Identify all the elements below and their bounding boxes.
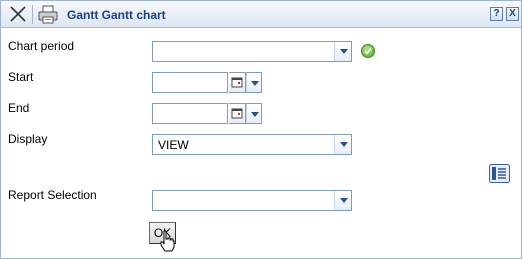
- start-label: Start: [8, 70, 34, 84]
- chevron-down-icon[interactable]: [334, 42, 351, 61]
- report-selection-select[interactable]: [152, 190, 352, 211]
- gantt-dialog: Gantt Gantt chart ? X Chart period Start…: [0, 0, 522, 259]
- checkmark-icon[interactable]: [361, 44, 375, 58]
- chevron-down-icon[interactable]: [246, 103, 262, 124]
- chart-period-label: Chart period: [8, 39, 75, 53]
- calendar-icon[interactable]: [229, 72, 246, 93]
- window-title: Gantt Gantt chart: [67, 8, 166, 22]
- print-icon[interactable]: [37, 4, 59, 25]
- report-selection-label: Report Selection: [8, 188, 97, 202]
- display-value: VIEW: [158, 138, 189, 152]
- close-window-button[interactable]: X: [506, 7, 519, 21]
- help-button[interactable]: ?: [490, 7, 503, 21]
- display-label: Display: [8, 132, 48, 146]
- start-date-input[interactable]: [152, 72, 228, 93]
- end-date-field: [152, 103, 262, 124]
- end-label: End: [8, 101, 30, 115]
- chevron-down-icon[interactable]: [334, 135, 351, 154]
- report-list-icon[interactable]: [489, 164, 510, 183]
- close-icon[interactable]: [7, 4, 29, 25]
- chart-period-select[interactable]: [152, 41, 352, 62]
- toolbar-divider: [32, 5, 33, 24]
- calendar-icon[interactable]: [229, 103, 246, 124]
- hand-cursor-icon: [159, 230, 177, 254]
- start-date-field: [152, 72, 262, 93]
- chevron-down-icon[interactable]: [334, 191, 351, 210]
- chevron-down-icon[interactable]: [246, 72, 262, 93]
- display-select[interactable]: VIEW: [152, 134, 352, 155]
- end-date-input[interactable]: [152, 103, 228, 124]
- title-bar: Gantt Gantt chart ? X: [1, 1, 521, 28]
